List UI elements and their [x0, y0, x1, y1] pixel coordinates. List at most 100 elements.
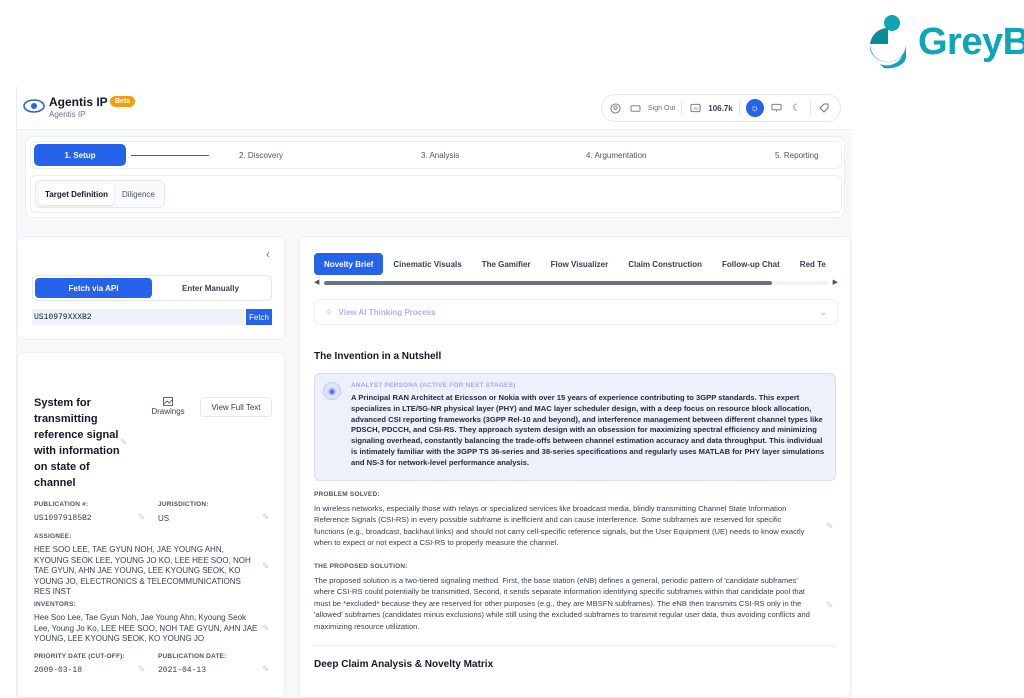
edit-icon[interactable]: ✎	[262, 561, 270, 572]
eye-logo-icon	[23, 99, 45, 113]
title-line: System for	[34, 397, 91, 409]
publication-label: PUBLICATION #:	[34, 501, 89, 508]
patent-fetch-card: ‹ Fetch via API Enter Manually Fetch	[17, 236, 285, 340]
tab-cinematic-visuals[interactable]: Cinematic Visuals	[383, 253, 471, 275]
drawings-button[interactable]: Drawings	[140, 393, 196, 419]
image-icon	[163, 396, 173, 406]
tab-flow-visualizer[interactable]: Flow Visualizer	[541, 253, 619, 275]
setup-subtabs: Target Definition Diligence	[30, 175, 842, 213]
solution-label: THE PROPOSED SOLUTION:	[314, 563, 408, 570]
card-icon[interactable]	[628, 101, 642, 115]
beta-badge: Beta	[110, 96, 136, 107]
ai-thinking-toggle[interactable]: ✧ View AI Thinking Process ⌄	[314, 299, 838, 325]
jurisdiction-value: US	[158, 514, 170, 523]
step-progress-line	[131, 155, 209, 156]
monitor-icon[interactable]	[770, 101, 784, 115]
publication-value: US10979185B2	[34, 514, 92, 523]
brand-name: GreyB	[918, 20, 1024, 63]
tab-novelty-brief[interactable]: Novelty Brief	[314, 253, 384, 275]
scrollbar-thumb[interactable]	[324, 281, 772, 285]
solution-text: The proposed solution is a two-tiered si…	[314, 576, 810, 631]
step-discovery[interactable]: 2. Discovery	[239, 151, 283, 160]
step-reporting[interactable]: 5. Reporting	[775, 151, 819, 160]
tab-follow-up-chat[interactable]: Follow-up Chat	[712, 253, 790, 275]
app-header: Agentis IP Beta Agentis IP Sign Out AI 1…	[17, 86, 853, 130]
greyb-logo-icon	[869, 15, 906, 69]
step-setup[interactable]: 1. Setup	[34, 144, 126, 166]
chevron-down-icon: ⌄	[819, 307, 827, 317]
moon-icon[interactable]: ☾	[790, 101, 804, 115]
title-line: transmitting	[34, 413, 98, 425]
scroll-right-icon[interactable]: ▶	[833, 278, 838, 286]
patent-detail-card: System for transmitting reference signal…	[17, 352, 285, 698]
fetch-via-api-button[interactable]: Fetch via API	[35, 278, 152, 298]
subtab-target-definition[interactable]: Target Definition	[39, 183, 114, 205]
fetch-button[interactable]: Fetch	[246, 309, 272, 325]
title-line-text: reference signal	[34, 429, 119, 441]
edit-icon[interactable]: ✎	[826, 600, 834, 611]
priority-date-label: PRIORITY DATE (CUT-OFF):	[34, 653, 125, 660]
publication-date-value: 2021-04-13	[158, 666, 207, 675]
tab-red-team[interactable]: Red Te	[790, 253, 836, 275]
thinking-label: View AI Thinking Process	[338, 307, 436, 317]
sparkle-icon: ✧	[325, 306, 333, 317]
edit-icon[interactable]: ✎	[262, 512, 270, 523]
patent-number-input[interactable]	[32, 309, 244, 325]
sign-out-button[interactable]: Sign Out	[648, 105, 675, 112]
tab-claim-construction[interactable]: Claim Construction	[618, 253, 712, 275]
app-window: Agentis IP Beta Agentis IP Sign Out AI 1…	[16, 86, 853, 698]
edit-icon[interactable]: ✎	[138, 512, 146, 523]
edit-icon[interactable]: ✎	[138, 664, 146, 675]
user-circle-icon[interactable]	[608, 101, 622, 115]
edit-icon[interactable]: ✎	[120, 437, 128, 448]
jurisdiction-label: JURISDICTION:	[158, 501, 209, 508]
step-argumentation[interactable]: 4. Argumentation	[586, 151, 646, 160]
nutshell-heading: The Invention in a Nutshell	[314, 351, 442, 362]
tabs-scrollbar[interactable]: ◀ ▶	[314, 279, 838, 287]
title-line: channel	[34, 477, 76, 489]
assignee-label: ASSIGNEE:	[34, 533, 72, 540]
inventors-value: Hee Soo Lee, Tae Gyun Noh, Jae Young Ahn…	[34, 613, 258, 643]
tag-icon[interactable]	[817, 101, 831, 115]
tab-the-gamifier[interactable]: The Gamifier	[472, 253, 541, 275]
subtab-group: Target Definition Diligence	[35, 180, 165, 208]
view-full-text-button[interactable]: View Full Text	[200, 397, 272, 417]
novelty-content-card: Novelty Brief Cinematic Visuals The Gami…	[299, 236, 851, 698]
title-line: reference signal	[34, 427, 122, 443]
step-analysis[interactable]: 3. Analysis	[421, 151, 459, 160]
greyb-brand: GreyB	[866, 14, 1024, 70]
app-subtitle: Agentis IP	[49, 110, 86, 119]
scroll-left-icon[interactable]: ◀	[314, 278, 319, 286]
divider	[738, 101, 740, 115]
divider	[681, 101, 683, 115]
analyst-persona-box: ◉ ANALYST PERSONA (ACTIVE FOR NEXT STAGE…	[314, 373, 836, 481]
credits-icon: AI	[688, 101, 702, 115]
workflow-stepper: 1. Setup 2. Discovery 3. Analysis 4. Arg…	[30, 141, 842, 169]
drawings-label: Drawings	[151, 406, 185, 416]
enter-manually-button[interactable]: Enter Manually	[152, 278, 269, 298]
problem-text: In wireless networks, especially those w…	[314, 504, 805, 548]
patent-title: System for transmitting reference signal…	[34, 395, 122, 491]
collapse-chevron-icon[interactable]: ‹	[266, 247, 270, 261]
workflow-card: 1. Setup 2. Discovery 3. Analysis 4. Arg…	[25, 136, 845, 218]
persona-label: ANALYST PERSONA (ACTIVE FOR NEXT STAGES)	[351, 382, 516, 389]
title-line: with information	[34, 443, 122, 459]
edit-icon[interactable]: ✎	[826, 521, 834, 532]
edit-icon[interactable]: ✎	[262, 664, 270, 675]
divider	[809, 101, 811, 115]
sun-icon[interactable]: ☼	[745, 99, 764, 117]
subtab-diligence[interactable]: Diligence	[116, 184, 161, 205]
edit-icon[interactable]: ✎	[262, 623, 270, 634]
section-divider	[314, 645, 836, 646]
publication-date-label: PUBLICATION DATE:	[158, 653, 227, 660]
claim-analysis-heading: Deep Claim Analysis & Novelty Matrix	[314, 659, 494, 670]
priority-date-value: 2009-03-18	[34, 666, 83, 675]
inventors-label: INVENTORS:	[34, 601, 76, 608]
persona-text: A Principal RAN Architect at Ericsson or…	[351, 393, 825, 467]
analysis-tabs: Novelty Brief Cinematic Visuals The Gami…	[314, 253, 838, 275]
title-line-text: with information	[34, 445, 120, 457]
header-toolbar: Sign Out AI 106.7k ☼ ☾	[601, 94, 841, 122]
persona-icon: ◉	[323, 382, 341, 400]
title-line: on state of	[34, 461, 90, 473]
assignee-value: HEE SOO LEE, TAE GYUN NOH, JAE YOUNG AHN…	[34, 545, 251, 596]
